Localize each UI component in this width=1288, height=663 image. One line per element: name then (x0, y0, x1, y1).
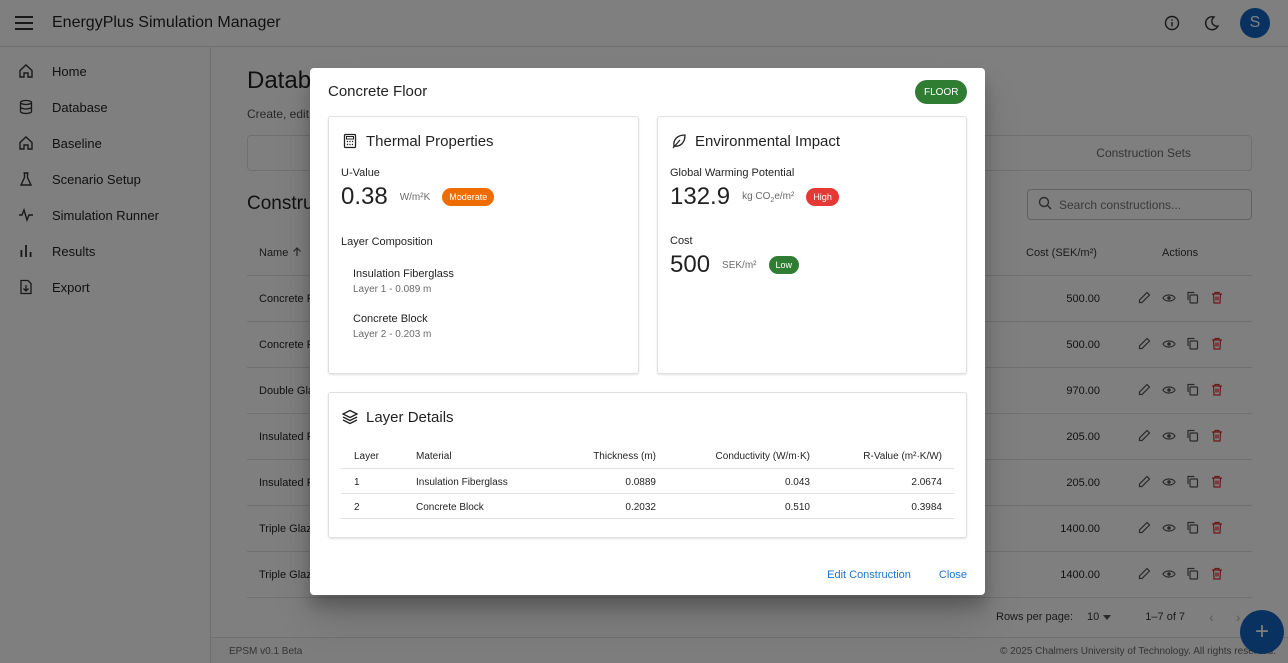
cell-r-value: 0.3984 (911, 502, 942, 513)
col-thickness: Thickness (m) (593, 451, 656, 462)
col-material: Material (416, 451, 452, 462)
layer-table-header: Layer Material Thickness (m) Conductivit… (341, 443, 954, 469)
edit-construction-button[interactable]: Edit Construction (827, 569, 911, 581)
cell-r-value: 2.0674 (911, 477, 942, 488)
gwp-row: 132.9 kg CO2e/m² High (670, 183, 839, 211)
gwp-value: 132.9 (670, 183, 731, 210)
construction-details-dialog: Concrete Floor FLOOR Thermal Properties … (310, 68, 985, 595)
gwp-unit-pre: kg CO (742, 190, 771, 202)
u-value: 0.38 (341, 183, 388, 210)
layer-details-card: Layer Details Layer Material Thickness (… (328, 392, 967, 538)
u-value-label: U-Value (341, 167, 380, 179)
dialog-title: Concrete Floor (328, 83, 428, 100)
cell-material: Insulation Fiberglass (416, 477, 508, 488)
layer-composition-label: Layer Composition (341, 236, 433, 248)
cell-conductivity: 0.510 (784, 502, 810, 513)
layers-icon (341, 408, 359, 426)
cost-label: Cost (670, 235, 693, 247)
layer-name: Concrete Block (353, 313, 428, 325)
layer-table-row: 2 Concrete Block 0.2032 0.510 0.3984 (341, 494, 954, 519)
cost-unit: SEK/m² (722, 259, 757, 271)
layer-table-row: 1 Insulation Fiberglass 0.0889 0.043 2.0… (341, 469, 954, 494)
close-button[interactable]: Close (939, 569, 967, 581)
col-r-value: R-Value (m²·K/W) (863, 451, 942, 462)
gwp-unit: kg CO2e/m² (742, 191, 794, 204)
layer-detail: Layer 2 - 0.203 m (353, 329, 432, 340)
gwp-unit-post: e/m² (774, 190, 795, 202)
thermal-card-header: Thermal Properties (341, 132, 494, 150)
u-value-rating-chip: Moderate (442, 188, 495, 206)
layer-detail: Layer 1 - 0.089 m (353, 284, 432, 295)
u-value-unit: W/m²K (399, 191, 431, 203)
layer-details-title: Layer Details (366, 408, 454, 426)
layer-details-table: Layer Material Thickness (m) Conductivit… (341, 443, 954, 519)
cost-row: 500 SEK/m² Low (670, 251, 800, 279)
gwp-label: Global Warming Potential (670, 167, 795, 179)
cost-value: 500 (670, 251, 711, 278)
type-chip: FLOOR (915, 80, 968, 104)
cell-thickness: 0.2032 (625, 502, 656, 513)
layer-details-header: Layer Details (341, 408, 454, 426)
dialog-actions: Edit Construction Close (827, 569, 967, 581)
thermal-card-title: Thermal Properties (366, 132, 494, 150)
environmental-impact-card: Environmental Impact Global Warming Pote… (657, 116, 967, 374)
cell-layer: 2 (354, 502, 360, 513)
layer-composition-item: Insulation Fiberglass Layer 1 - 0.089 m (353, 268, 454, 295)
cell-layer: 1 (354, 477, 360, 488)
layer-name: Insulation Fiberglass (353, 268, 454, 280)
env-card-title: Environmental Impact (695, 132, 841, 150)
thermal-properties-card: Thermal Properties U-Value 0.38 W/m²K Mo… (328, 116, 639, 374)
calculator-icon (341, 132, 359, 150)
col-conductivity: Conductivity (W/m·K) (715, 451, 810, 462)
layer-composition-item: Concrete Block Layer 2 - 0.203 m (353, 313, 431, 340)
leaf-icon (670, 132, 688, 150)
cost-rating-chip: Low (768, 256, 800, 274)
cell-material: Concrete Block (416, 502, 484, 513)
env-card-header: Environmental Impact (670, 132, 840, 150)
gwp-rating-chip: High (806, 188, 839, 206)
cell-conductivity: 0.043 (784, 477, 810, 488)
col-layer: Layer (354, 451, 380, 462)
u-value-row: 0.38 W/m²K Moderate (341, 183, 495, 211)
cell-thickness: 0.0889 (625, 477, 656, 488)
